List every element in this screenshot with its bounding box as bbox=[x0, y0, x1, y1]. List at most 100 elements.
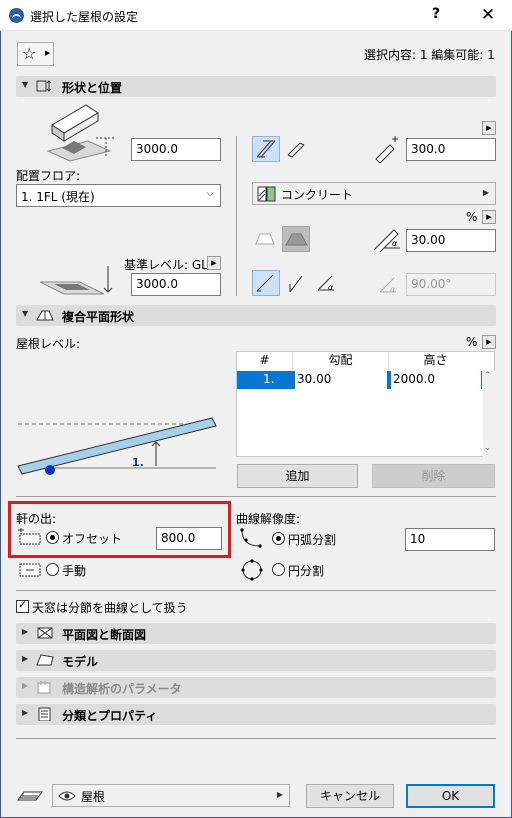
floor-plan-section-icon bbox=[37, 627, 53, 639]
edge-perpendicular-icon bbox=[289, 275, 303, 293]
skylight-checkbox[interactable]: ✓ bbox=[16, 598, 29, 613]
thickness-icon bbox=[375, 136, 398, 163]
perpendicular-edge-toggle[interactable] bbox=[283, 136, 311, 162]
arc-segment-icon bbox=[240, 528, 262, 548]
diagram-level-number: 1. bbox=[132, 456, 144, 469]
eaves-offset-input[interactable]: 800.0 bbox=[156, 527, 222, 550]
slope-angle-icon: α bbox=[373, 229, 400, 252]
edge-angle-input[interactable]: 90.00° bbox=[406, 273, 496, 296]
expand-triangle-icon: ▶ bbox=[22, 708, 29, 717]
roof-level-label: 屋根レベル: bbox=[16, 337, 81, 351]
help-button[interactable]: ? bbox=[432, 6, 440, 22]
chevron-down-icon: ⌵ bbox=[206, 188, 214, 199]
percent-label: % bbox=[466, 210, 478, 224]
vertical-hatch-icon bbox=[256, 140, 276, 158]
pivot-flat-icon bbox=[255, 233, 275, 245]
row-height-cell[interactable]: 2000.0 bbox=[391, 371, 481, 389]
star-icon: ☆ bbox=[22, 44, 37, 63]
section-floor-plan[interactable]: ▶ 平面図と断面図 bbox=[16, 623, 496, 644]
bottom-offset-input[interactable]: 3000.0 bbox=[131, 273, 221, 296]
divider bbox=[16, 738, 496, 739]
percent-label-2: % bbox=[466, 335, 478, 349]
section-label: モデル bbox=[62, 655, 99, 669]
layer-select[interactable]: 屋根 ▶ bbox=[52, 784, 290, 807]
section-model[interactable]: ▶ モデル bbox=[16, 650, 496, 671]
svg-text:α: α bbox=[390, 285, 396, 294]
offset-label: オフセット bbox=[62, 532, 123, 546]
model-roof-icon bbox=[36, 654, 54, 666]
section-shape-position[interactable]: ▼ 形状と位置 bbox=[16, 76, 496, 97]
structural-analysis-icon bbox=[37, 681, 51, 694]
percent-button-2[interactable]: ▶ bbox=[482, 335, 496, 349]
col-header-slope: 勾配 bbox=[293, 352, 389, 370]
window-title: 選択した屋根の設定 bbox=[30, 10, 139, 24]
manual-radio[interactable] bbox=[46, 563, 59, 576]
offset-radio[interactable] bbox=[46, 531, 59, 544]
table-scrollbar[interactable]: ⌃ ⌄ bbox=[483, 371, 495, 457]
layer-value: 屋根 bbox=[81, 790, 106, 804]
top-offset-input[interactable]: 3000.0 bbox=[131, 138, 221, 161]
bottom-preview-icon bbox=[40, 266, 113, 295]
curve-resolution-label: 曲線解像度: bbox=[236, 512, 301, 526]
eye-icon bbox=[58, 791, 76, 801]
edge-custom-angle-icon: α bbox=[317, 275, 334, 292]
thickness-input[interactable]: 300.0 bbox=[406, 138, 496, 161]
circle-segment-icon bbox=[241, 559, 263, 581]
expand-triangle-icon: ▶ bbox=[22, 681, 29, 690]
edge-angle-icon: α bbox=[379, 277, 396, 294]
svg-text:α: α bbox=[328, 283, 334, 292]
close-button[interactable]: ✕ bbox=[476, 3, 500, 27]
vertical-edge-toggle[interactable] bbox=[252, 136, 280, 162]
circle-segment-radio[interactable] bbox=[272, 563, 285, 576]
scroll-down-icon: ⌄ bbox=[484, 443, 492, 453]
eaves-manual-icon bbox=[19, 563, 41, 577]
roof-level-table: # 勾配 高さ 1. 30.00 2000.0 ⌃ ⌄ bbox=[236, 351, 495, 457]
archicad-app-icon bbox=[9, 8, 24, 23]
expand-triangle-icon: ▶ bbox=[22, 627, 29, 636]
section-label: 分類とプロパティ bbox=[62, 709, 158, 723]
arc-segment-radio[interactable] bbox=[272, 532, 285, 545]
add-level-button[interactable]: 追加 bbox=[237, 464, 358, 488]
reference-level-label: 基準レベル: GL bbox=[124, 258, 208, 272]
arrow-right-icon: ▶ bbox=[482, 188, 489, 197]
cancel-button[interactable]: キャンセル bbox=[306, 784, 394, 808]
floor-select-value: 1. 1FL (現在) bbox=[21, 190, 95, 204]
roof-level-diagram bbox=[17, 417, 217, 475]
slope-angle-input[interactable]: 30.00 bbox=[406, 229, 496, 252]
edge-vertical-icon bbox=[256, 274, 274, 292]
floor-select[interactable]: 1. 1FL (現在) ⌵ bbox=[16, 184, 221, 207]
collapse-triangle-icon: ▼ bbox=[22, 80, 29, 89]
col-header-height: 高さ bbox=[423, 353, 448, 367]
section-multiplane[interactable]: ▼ 複合平面形状 bbox=[16, 305, 496, 326]
classification-list-icon bbox=[38, 707, 51, 721]
arc-segment-input[interactable]: 10 bbox=[405, 528, 495, 551]
section-label: 構造解析のパラメータ bbox=[62, 682, 182, 696]
row-slope-cell[interactable]: 30.00 bbox=[295, 371, 387, 389]
reference-level-button[interactable]: ▶ bbox=[207, 256, 221, 270]
eaves-offset-icon bbox=[18, 528, 41, 545]
selection-info: 選択内容: 1 編集可能: 1 bbox=[364, 48, 495, 62]
expand-triangle-icon: ▶ bbox=[22, 654, 29, 663]
percent-button[interactable]: ▶ bbox=[482, 210, 496, 224]
shape-position-icon bbox=[36, 80, 52, 92]
roof-tool-icon bbox=[17, 791, 43, 801]
section-classification[interactable]: ▶ 分類とプロパティ bbox=[16, 704, 496, 725]
roof-top-preview-icon bbox=[46, 104, 114, 162]
divider-vertical bbox=[236, 136, 237, 296]
arrow-right-icon: ▶ bbox=[276, 790, 283, 799]
manual-label: 手動 bbox=[62, 564, 87, 578]
divider bbox=[16, 590, 496, 591]
more-options-button[interactable]: ▶ bbox=[482, 121, 496, 135]
delete-level-button[interactable]: 削除 bbox=[372, 464, 495, 488]
material-value: コンクリート bbox=[281, 188, 354, 202]
ok-button[interactable]: OK bbox=[406, 784, 495, 808]
checkmark-icon: ✓ bbox=[18, 598, 28, 611]
pivot-slope-icon bbox=[285, 233, 308, 246]
section-structural[interactable]: ▶ 構造解析のパラメータ bbox=[16, 677, 496, 698]
material-select[interactable]: コンクリート ▶ bbox=[252, 182, 496, 205]
row-number: 1. bbox=[263, 372, 275, 386]
pivot-slope-toggle[interactable] bbox=[282, 226, 310, 252]
favorites-button[interactable]: ☆ ▶ bbox=[17, 42, 54, 66]
section-label: 複合平面形状 bbox=[62, 310, 135, 324]
edge-vertical-toggle[interactable] bbox=[252, 270, 280, 296]
